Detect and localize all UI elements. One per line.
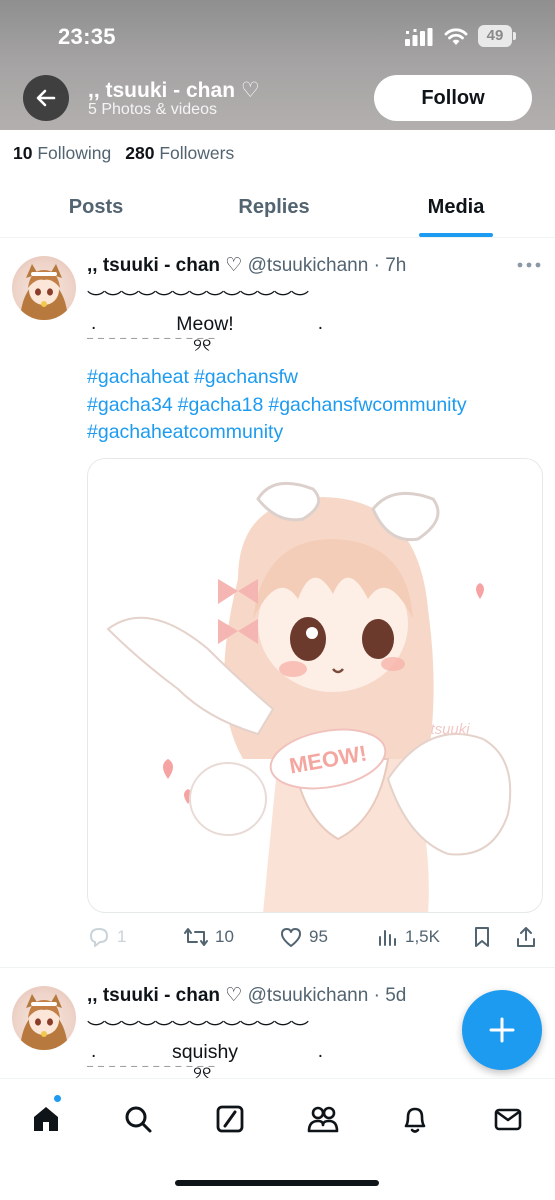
hashtag-link[interactable]: #gacha18: [178, 394, 264, 416]
home-notification-dot: [53, 1094, 62, 1103]
reply-button[interactable]: 1: [87, 922, 126, 952]
nav-communities[interactable]: [303, 1099, 343, 1139]
nav-notifications[interactable]: [395, 1099, 435, 1139]
watermark-text: tsuuki: [430, 721, 470, 738]
wifi-icon: [444, 28, 468, 45]
grok-icon: [216, 1105, 244, 1133]
share-icon: [517, 927, 535, 947]
cellular-signal-icon: [405, 28, 433, 46]
profile-name: ,, tsuuki - chan ♡: [88, 79, 260, 102]
heart-icon: [281, 928, 301, 947]
avatar[interactable]: [12, 986, 76, 1050]
back-button[interactable]: [23, 75, 69, 121]
author-handle-time[interactable]: @tsuukichann · 7h: [248, 255, 407, 276]
media-count: 5 Photos & videos: [88, 101, 217, 118]
nav-messages[interactable]: [488, 1099, 528, 1139]
arrow-left-icon: [36, 89, 56, 107]
post-decoration: ︶︶︶︶︶︶︶︶︶︶︶︶︶: [87, 1020, 309, 1041]
profile-tabs: Posts Replies Media: [0, 180, 555, 238]
status-bar: 23:35 49: [0, 0, 555, 72]
home-indicator: [175, 1180, 379, 1186]
hashtag-link[interactable]: #gacha34: [87, 394, 173, 416]
repost-button[interactable]: 10: [183, 922, 234, 952]
views-icon: [379, 930, 396, 946]
hashtag-link[interactable]: #gachansfw: [194, 366, 298, 388]
nav-home[interactable]: [26, 1099, 66, 1139]
avatar[interactable]: [12, 256, 76, 320]
status-time: 23:35: [58, 24, 116, 49]
post-author-line: ,, tsuuki - chan ♡ @tsuukichann · 7h: [87, 254, 406, 277]
hashtag-link[interactable]: #gachaheatcommunity: [87, 421, 283, 443]
follow-button[interactable]: Follow: [374, 75, 532, 121]
bookmark-icon: [475, 927, 489, 947]
avatar-image: [20, 994, 68, 1050]
share-button[interactable]: [515, 922, 543, 952]
author-name[interactable]: ,, tsuuki - chan ♡: [87, 985, 242, 1006]
avatar-image: [20, 264, 68, 320]
post-author-line: ,, tsuuki - chan ♡ @tsuukichann · 5d: [87, 984, 406, 1007]
gacha-character-illustration: MEOW! tsuuki: [106, 481, 512, 912]
hashtag-link[interactable]: #gachaheat: [87, 366, 189, 388]
reply-icon: [90, 928, 108, 947]
repost-icon: [184, 928, 208, 946]
bookmark-button[interactable]: [472, 922, 498, 952]
battery-level: 49: [486, 27, 504, 44]
battery-indicator: 49: [478, 25, 516, 47]
post-decoration: ︶︶︶︶︶︶︶︶︶︶︶︶︶: [87, 290, 309, 311]
search-icon: [125, 1106, 152, 1133]
follow-stats: 10 Following 280 Followers: [13, 143, 234, 164]
reply-count: 1: [117, 927, 127, 946]
view-count: 1,5K: [405, 927, 440, 946]
author-name[interactable]: ,, tsuuki - chan ♡: [87, 255, 242, 276]
tab-replies[interactable]: Replies: [215, 180, 333, 238]
more-icon[interactable]: [516, 261, 542, 269]
author-handle-time[interactable]: @tsuukichann · 5d: [248, 985, 407, 1006]
communities-icon: [307, 1106, 339, 1133]
post-actions: 1 10 95 1,5K: [87, 922, 547, 952]
home-icon: [34, 1107, 58, 1131]
notifications-icon: [404, 1107, 426, 1133]
like-button[interactable]: 95: [279, 922, 328, 952]
nav-search[interactable]: [118, 1099, 158, 1139]
post-hashtags: #gachaheat #gachansfw #gacha34 #gacha18 #ga…: [87, 364, 547, 447]
profile-header: 23:35 49 ,, tsuuki - chan ♡ 5 Photos & v…: [0, 0, 555, 130]
tab-media[interactable]: Media: [406, 180, 506, 238]
hashtag-link[interactable]: #gachansfwcommunity: [268, 394, 466, 416]
post-caption: . Meow! . — — — — — — — — — — — — ୨୧: [87, 313, 323, 355]
repost-count: 10: [215, 927, 234, 946]
post-divider: [0, 967, 555, 968]
messages-icon: [494, 1108, 522, 1131]
nav-grok[interactable]: [210, 1099, 250, 1139]
tab-posts[interactable]: Posts: [38, 180, 154, 238]
active-tab-indicator: [419, 233, 493, 237]
plus-icon: [489, 1017, 515, 1043]
followers-link[interactable]: 280 Followers: [125, 143, 234, 163]
views-button[interactable]: 1,5K: [377, 922, 440, 952]
compose-button[interactable]: [462, 990, 542, 1070]
post-media-image[interactable]: MEOW! tsuuki: [87, 458, 543, 913]
like-count: 95: [309, 927, 328, 946]
following-link[interactable]: 10 Following: [13, 143, 111, 163]
